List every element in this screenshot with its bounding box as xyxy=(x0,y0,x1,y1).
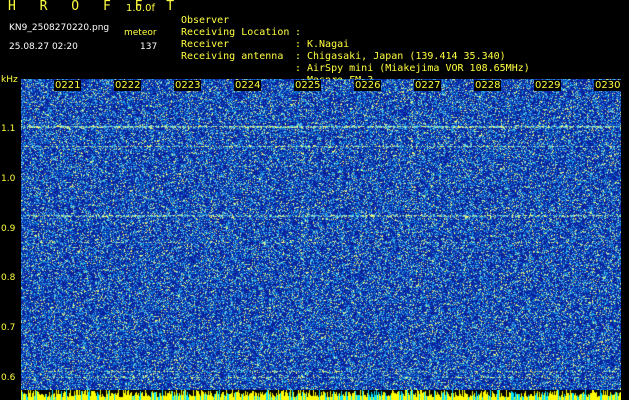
mode-label: meteor xyxy=(124,28,157,38)
info-label: Receiving antenna xyxy=(181,51,284,62)
y-tick-label: 0.7 xyxy=(1,323,16,333)
app-title: H R O F F T xyxy=(8,0,183,14)
spectrogram-plot xyxy=(21,79,621,390)
info-value: K.Nagai xyxy=(307,39,350,50)
y-tick-label: 0.9 xyxy=(1,224,16,234)
spectrogram-canvas xyxy=(21,79,621,390)
info-sep: : xyxy=(295,39,302,50)
info-receiver: Receiver : AirSpy mini (Miakejima VOR 10… xyxy=(181,27,530,74)
info-sep: : xyxy=(295,51,302,62)
info-value: Chigasaki, Japan (139.414 35.340) xyxy=(307,51,506,62)
y-tick-label: 1.1 xyxy=(1,124,16,134)
info-sep: : xyxy=(295,63,302,74)
y-axis-labels: 1.1 1.0 0.9 0.8 0.7 0.6 xyxy=(0,0,22,400)
info-location: Receiving Location : Chigasaki, Japan (1… xyxy=(181,15,506,62)
signal-level-bar xyxy=(21,390,621,400)
count-label: 137 xyxy=(140,42,158,52)
y-tick-label: 0.8 xyxy=(1,273,16,283)
y-tick-label: 0.6 xyxy=(1,373,16,383)
y-tick-label: 1.0 xyxy=(1,174,16,184)
version-label: 1.0.0f xyxy=(126,3,155,14)
info-observer: Observer : K.Nagai xyxy=(181,3,349,50)
info-value: AirSpy mini (Miakejima VOR 108.65MHz) xyxy=(307,63,530,74)
info-antenna: Receiving antenna : Maspro FM-3 xyxy=(181,39,373,86)
filename-label: KN9_2508270220.png xyxy=(9,23,110,33)
hrofft-window: H R O F F T 1.0.0f KN9_2508270220.png me… xyxy=(0,0,629,400)
info-sep: : xyxy=(295,27,302,38)
